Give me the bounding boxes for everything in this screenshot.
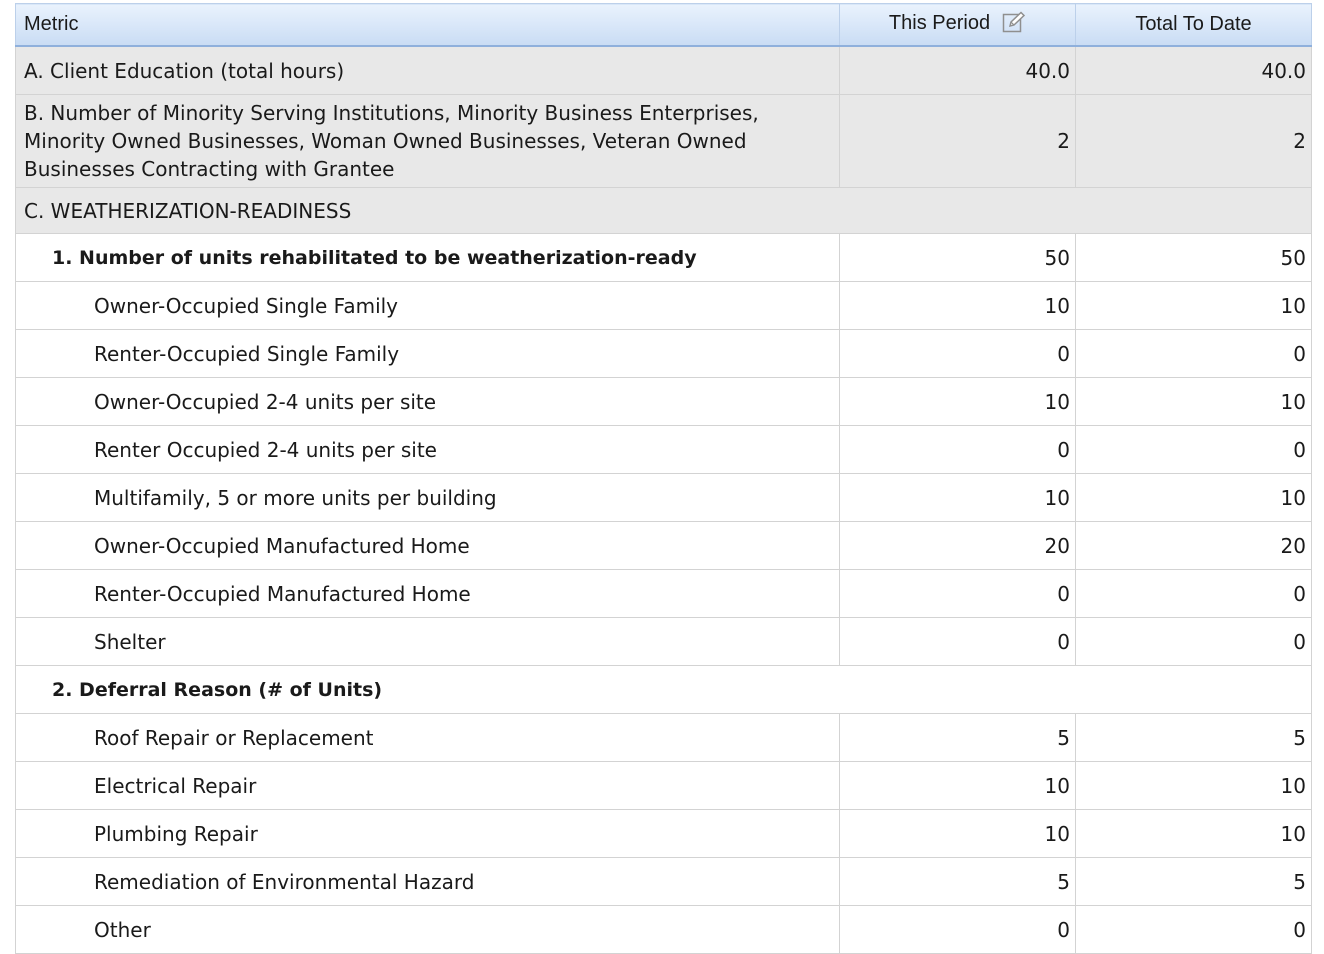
this-period-value: 0 [839, 329, 1076, 378]
table-row: Renter-Occupied Manufactured Home 0 0 [15, 569, 1312, 618]
this-period-value: 5 [839, 713, 1076, 762]
table-row: Renter Occupied 2-4 units per site 0 0 [15, 425, 1312, 474]
table-row-client-education: A. Client Education (total hours) 40.0 4… [15, 45, 1312, 95]
table-row: Multifamily, 5 or more units per buildin… [15, 473, 1312, 522]
table-row: Other 0 0 [15, 905, 1312, 954]
total-to-date-value: 5 [1075, 857, 1312, 906]
row-label: Owner-Occupied Single Family [15, 281, 840, 330]
this-period-value: 10 [839, 761, 1076, 810]
table-row: Electrical Repair 10 10 [15, 761, 1312, 810]
metric-column-header[interactable]: Metric [15, 3, 840, 47]
table-row: Owner-Occupied Single Family 10 10 [15, 281, 1312, 330]
this-period-value: 10 [839, 473, 1076, 522]
table-row: Renter-Occupied Single Family 0 0 [15, 329, 1312, 378]
row-label: B. Number of Minority Serving Institutio… [15, 94, 840, 188]
row-label: Remediation of Environmental Hazard [15, 857, 840, 906]
group-row-units-rehabilitated: 1. Number of units rehabilitated to be w… [15, 233, 1312, 282]
table-row: Owner-Occupied 2-4 units per site 10 10 [15, 377, 1312, 426]
total-to-date-value: 10 [1075, 377, 1312, 426]
this-period-value: 2 [839, 94, 1076, 188]
section-row-weatherization-readiness: C. WEATHERIZATION-READINESS [15, 187, 1312, 234]
row-label: Electrical Repair [15, 761, 840, 810]
total-to-date-value: 0 [1075, 617, 1312, 666]
table-row: Plumbing Repair 10 10 [15, 809, 1312, 858]
table-row: Remediation of Environmental Hazard 5 5 [15, 857, 1312, 906]
total-to-date-value: 10 [1075, 809, 1312, 858]
table-row: Shelter 0 0 [15, 617, 1312, 666]
row-label: Roof Repair or Replacement [15, 713, 840, 762]
row-label: Renter-Occupied Manufactured Home [15, 569, 840, 618]
this-period-value: 20 [839, 521, 1076, 570]
group-row-deferral-reason: 2. Deferral Reason (# of Units) [15, 665, 1312, 714]
total-to-date-value: 0 [1075, 569, 1312, 618]
row-label: Owner-Occupied Manufactured Home [15, 521, 840, 570]
total-to-date-value: 5 [1075, 713, 1312, 762]
this-period-value: 40.0 [839, 45, 1076, 95]
this-period-header-label: This Period [888, 11, 991, 34]
section-label: C. WEATHERIZATION-READINESS [15, 187, 1312, 234]
this-period-value: 10 [839, 809, 1076, 858]
total-to-date-header-label: Total To Date [1135, 13, 1252, 35]
total-to-date-value: 10 [1075, 473, 1312, 522]
total-to-date-column-header[interactable]: Total To Date [1075, 3, 1312, 47]
this-period-value: 0 [839, 617, 1076, 666]
total-to-date-value: 0 [1075, 329, 1312, 378]
this-period-value: 50 [839, 233, 1076, 282]
total-to-date-value: 10 [1075, 281, 1312, 330]
group-label: 2. Deferral Reason (# of Units) [15, 665, 1312, 714]
table-header-row: Metric This Period Total To Date [15, 3, 1312, 47]
metrics-table-container: Metric This Period Total To Date A. Clie… [15, 3, 1312, 954]
row-label: Other [15, 905, 840, 954]
metrics-table: Metric This Period Total To Date A. Clie… [15, 3, 1312, 954]
row-label: Renter Occupied 2-4 units per site [15, 425, 840, 474]
row-label: Shelter [15, 617, 840, 666]
row-label: Owner-Occupied 2-4 units per site [15, 377, 840, 426]
this-period-value: 5 [839, 857, 1076, 906]
total-to-date-value: 10 [1075, 761, 1312, 810]
total-to-date-value: 2 [1075, 94, 1312, 188]
row-label: A. Client Education (total hours) [15, 45, 840, 95]
total-to-date-value: 0 [1075, 425, 1312, 474]
this-period-value: 0 [839, 905, 1076, 954]
total-to-date-value: 50 [1075, 233, 1312, 282]
table-row: Roof Repair or Replacement 5 5 [15, 713, 1312, 762]
row-label: Multifamily, 5 or more units per buildin… [15, 473, 840, 522]
group-label: 1. Number of units rehabilitated to be w… [15, 233, 840, 282]
row-label: Plumbing Repair [15, 809, 840, 858]
total-to-date-value: 20 [1075, 521, 1312, 570]
row-label: Renter-Occupied Single Family [15, 329, 840, 378]
this-period-column-header[interactable]: This Period [839, 3, 1076, 47]
this-period-value: 0 [839, 425, 1076, 474]
table-row: Owner-Occupied Manufactured Home 20 20 [15, 521, 1312, 570]
this-period-value: 0 [839, 569, 1076, 618]
this-period-value: 10 [839, 281, 1076, 330]
edit-icon[interactable] [1002, 10, 1026, 39]
total-to-date-value: 0 [1075, 905, 1312, 954]
metric-header-label: Metric [24, 13, 79, 35]
table-row-minority-businesses: B. Number of Minority Serving Institutio… [15, 94, 1312, 188]
this-period-value: 10 [839, 377, 1076, 426]
total-to-date-value: 40.0 [1075, 45, 1312, 95]
